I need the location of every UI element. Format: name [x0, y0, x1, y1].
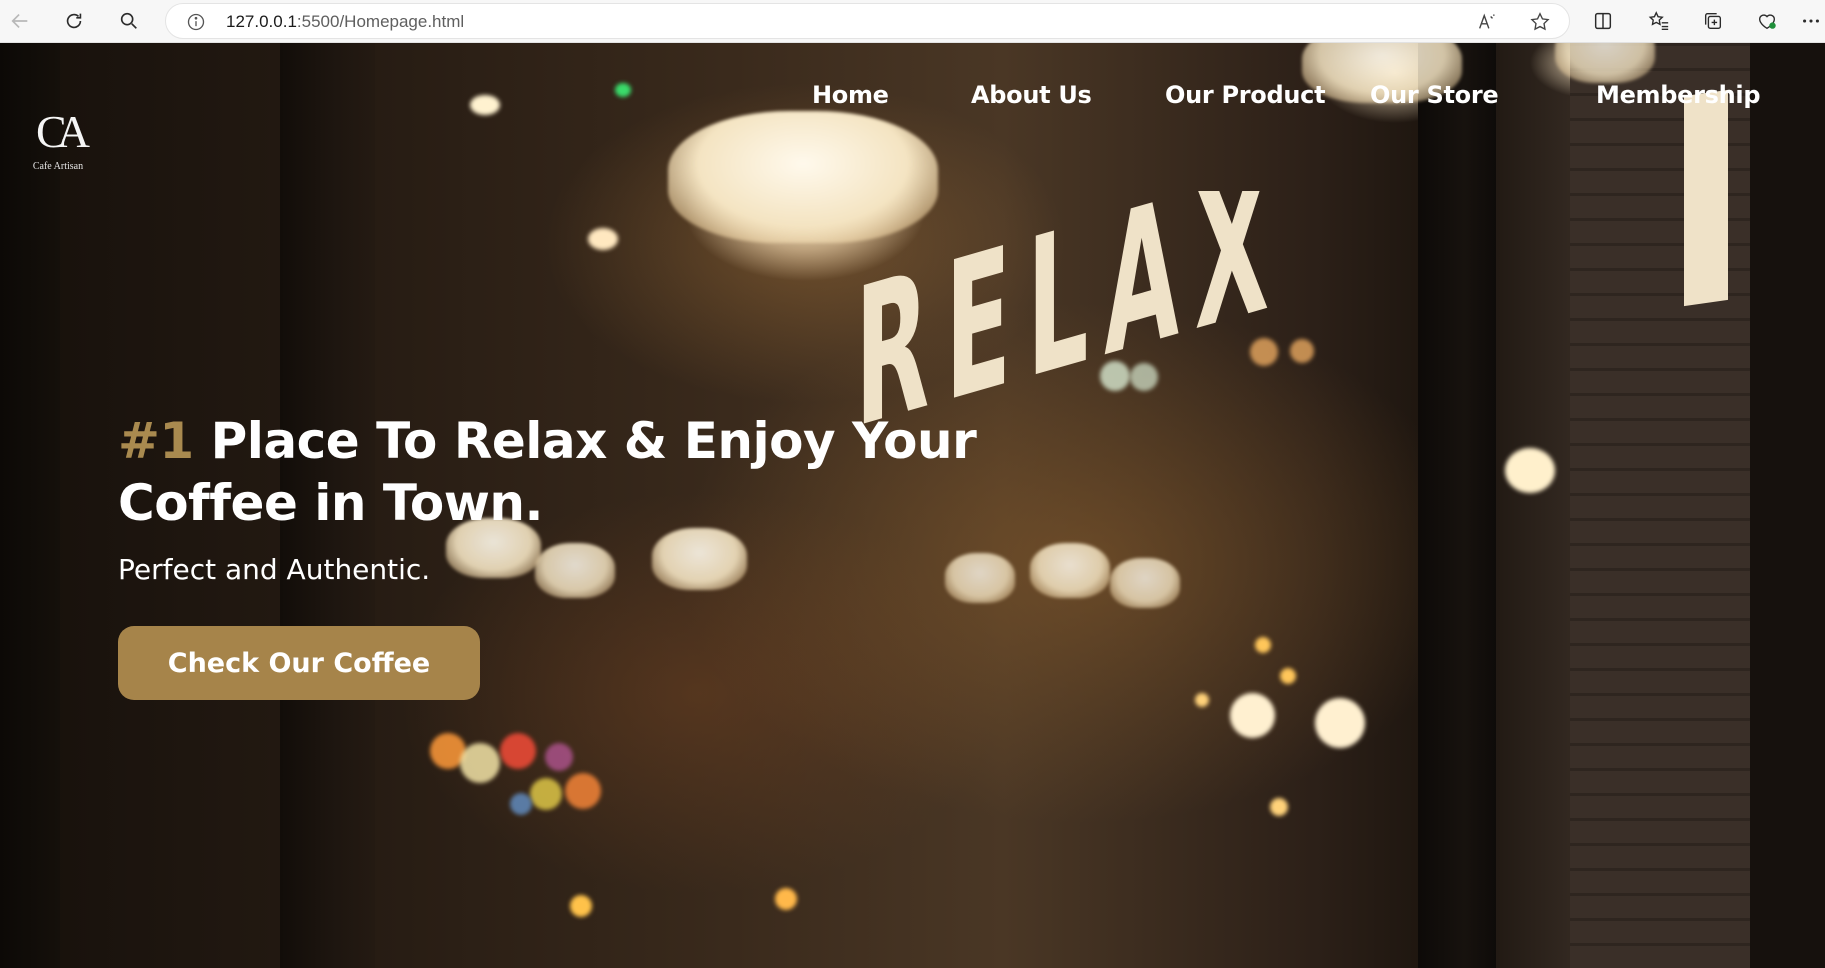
logo-mark: CA: [36, 106, 90, 157]
bokeh-light: [530, 778, 562, 810]
browser-essentials-icon: [1758, 14, 1776, 30]
favorites-button[interactable]: [1646, 8, 1672, 34]
nav-about-us[interactable]: About Us: [971, 81, 1092, 109]
split-screen-icon: [1594, 12, 1612, 30]
cafe-logo[interactable]: CA Cafe Artisan: [26, 109, 90, 181]
bokeh-light: [1270, 798, 1288, 816]
bokeh-light: [775, 888, 797, 910]
more-button[interactable]: [1800, 8, 1822, 34]
arrow-left-icon: [11, 13, 28, 29]
collections-button[interactable]: [1700, 8, 1726, 34]
favorites-list-icon: [1648, 11, 1669, 30]
star-icon[interactable]: [1529, 11, 1551, 33]
bokeh-light: [1505, 448, 1555, 493]
bokeh-light: [1315, 698, 1365, 748]
window-sign-relax: RELAX: [855, 126, 1295, 471]
bokeh-light: [500, 733, 536, 769]
nav-our-store[interactable]: Our Store: [1370, 81, 1499, 109]
url-text[interactable]: 127.0.0.1:5500/Homepage.html: [226, 12, 464, 32]
bokeh-light: [1195, 693, 1209, 707]
browser-toolbar: 127.0.0.1:5500/Homepage.html: [0, 0, 1825, 43]
split-screen-button[interactable]: [1590, 8, 1616, 34]
small-lamp: [945, 553, 1015, 603]
window-frame-left: [0, 43, 60, 968]
bokeh-light: [588, 228, 618, 250]
headline-line-1: Place To Relax & Enjoy Your: [210, 412, 977, 470]
info-icon[interactable]: [186, 12, 206, 32]
bokeh-light: [460, 743, 500, 783]
small-lamp: [1110, 558, 1180, 608]
reload-icon: [66, 13, 82, 29]
headline-line-2: Coffee in Town.: [118, 474, 544, 532]
main-nav: Home About Us Our Product Our Store Memb…: [0, 81, 1825, 111]
hero-headline: #1 Place To Relax & Enjoy Your Coffee in…: [118, 410, 1018, 534]
back-button[interactable]: [3, 4, 37, 38]
nav-home[interactable]: Home: [812, 81, 889, 109]
small-lamp: [535, 543, 615, 598]
search-icon: [120, 12, 137, 29]
browser-essentials-button[interactable]: [1754, 8, 1780, 34]
ceiling-lamp-3: [1555, 43, 1655, 83]
check-our-coffee-button[interactable]: Check Our Coffee: [118, 626, 480, 700]
small-lamp: [652, 528, 747, 590]
hero-subtitle: Perfect and Authentic.: [118, 553, 431, 586]
nav-our-product[interactable]: Our Product: [1165, 81, 1326, 109]
nav-membership[interactable]: Membership: [1596, 81, 1761, 109]
small-lamp: [1030, 543, 1110, 598]
window-frame-far-right: [1750, 43, 1825, 968]
bokeh-light: [1280, 668, 1296, 684]
reload-button[interactable]: [57, 4, 91, 38]
bokeh-light: [510, 793, 532, 815]
bokeh-light: [565, 773, 601, 809]
collections-icon: [1704, 12, 1722, 30]
window-frame-right: [1418, 43, 1496, 968]
bokeh-light: [570, 895, 592, 917]
read-aloud-icon[interactable]: [1476, 11, 1498, 33]
relax-sign-text: RELAX: [855, 191, 1285, 431]
headline-accent: #1: [118, 412, 194, 470]
bokeh-light: [545, 743, 573, 771]
logo-name: Cafe Artisan: [32, 161, 84, 172]
bokeh-light: [1230, 693, 1275, 738]
address-bar[interactable]: 127.0.0.1:5500/Homepage.html: [165, 3, 1570, 39]
bokeh-light: [1255, 637, 1271, 653]
more-icon: [1803, 19, 1819, 23]
search-button[interactable]: [112, 4, 146, 38]
window-sign-letter-fragment: [1684, 89, 1728, 307]
